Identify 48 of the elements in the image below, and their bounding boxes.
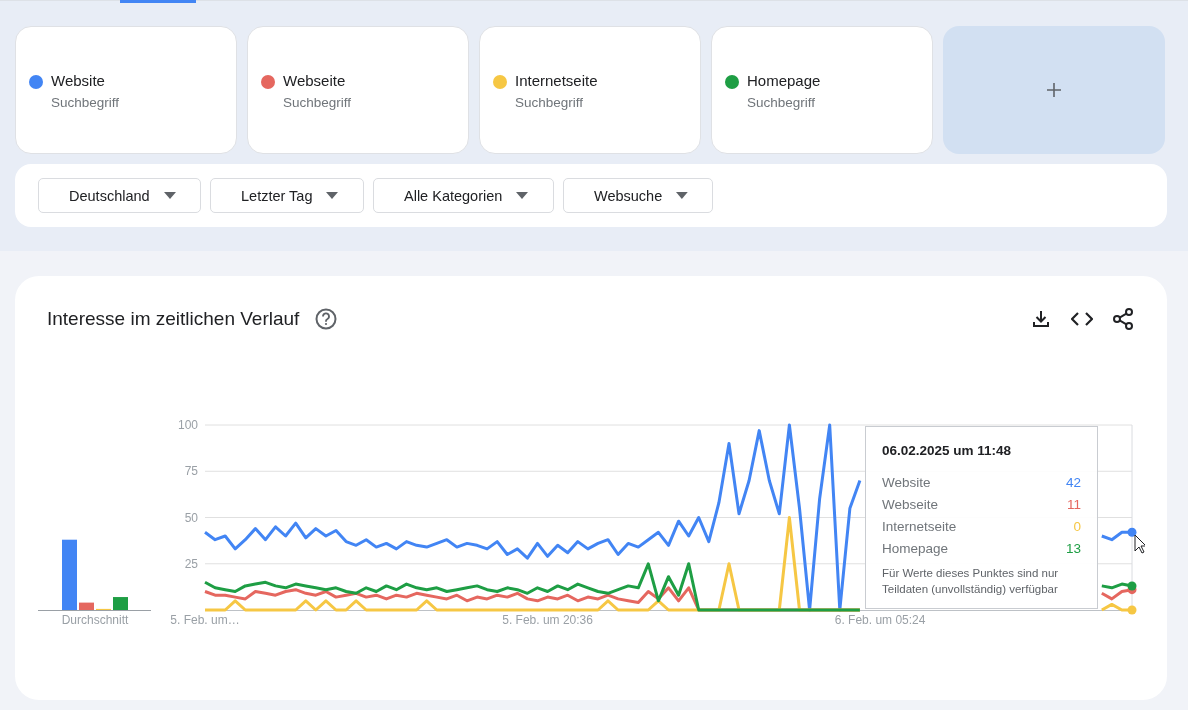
search-term-card[interactable]: Webseite Suchbegriff xyxy=(247,26,469,154)
share-icon[interactable] xyxy=(1113,308,1133,330)
search-term-card[interactable]: Homepage Suchbegriff xyxy=(711,26,933,154)
filter-dropdown[interactable]: Websuche xyxy=(563,178,713,213)
tooltip-label: Internetseite xyxy=(882,519,957,534)
y-tick-label: 50 xyxy=(184,510,198,525)
term-name: Webseite xyxy=(283,72,347,89)
tooltip-label: Website xyxy=(882,475,931,490)
help-icon[interactable] xyxy=(315,308,338,330)
embed-code-icon[interactable] xyxy=(1071,312,1093,326)
x-tick-label: 5. Feb. um… xyxy=(170,613,240,627)
term-subtitle: Suchbegriff xyxy=(51,95,120,110)
x-tick-label: 5. Feb. um 20:36 xyxy=(502,613,593,627)
tooltip-label: Webseite xyxy=(882,497,939,512)
caret-icon xyxy=(326,192,339,199)
tooltip-note: Für Werte dieses Punktes sind nur Teildaten (unvollständig) verfügbar xyxy=(882,566,1060,597)
term-subtitle: Suchbegriff xyxy=(283,95,352,110)
term-subtitle: Suchbegriff xyxy=(747,95,817,110)
hover-point xyxy=(1127,581,1137,591)
x-tick-label: 6. Feb. um 05:24 xyxy=(834,613,926,627)
filter-dropdown[interactable]: Letzter Tag xyxy=(210,178,364,213)
cursor-icon xyxy=(1134,534,1145,554)
y-tick-label: 25 xyxy=(184,556,198,571)
tooltip-title: 06.02.2025 um 11:48 xyxy=(882,443,1013,458)
filter-dropdown[interactable]: Alle Kategorien xyxy=(373,178,554,213)
average-label: Durchschnitt xyxy=(61,613,129,627)
tooltip-value: 0 xyxy=(1073,519,1081,534)
y-tick-label: 75 xyxy=(184,464,198,479)
tooltip-label: Homepage xyxy=(882,541,949,556)
caret-icon xyxy=(163,192,176,199)
search-term-card[interactable]: Internetseite Suchbegriff xyxy=(479,26,701,154)
term-name: Website xyxy=(51,72,106,89)
hover-point xyxy=(1127,605,1137,615)
chart-title: Interesse im zeitlichen Verlauf xyxy=(47,308,300,330)
caret-icon xyxy=(516,192,529,199)
y-tick-label: 100 xyxy=(177,418,198,432)
download-icon[interactable] xyxy=(1031,309,1051,329)
tooltip-value: 11 xyxy=(1067,497,1081,512)
hover-point xyxy=(1127,527,1137,537)
term-name: Internetseite xyxy=(515,72,598,89)
tooltip-value: 42 xyxy=(1065,475,1081,490)
search-term-card[interactable]: Website Suchbegriff xyxy=(15,26,237,154)
caret-icon xyxy=(676,192,688,199)
term-name: Homepage xyxy=(747,72,821,89)
term-subtitle: Suchbegriff xyxy=(515,95,585,110)
tooltip-value: 13 xyxy=(1065,541,1081,556)
plus-icon xyxy=(1046,82,1062,98)
filter-dropdown[interactable]: Deutschland xyxy=(38,178,201,213)
